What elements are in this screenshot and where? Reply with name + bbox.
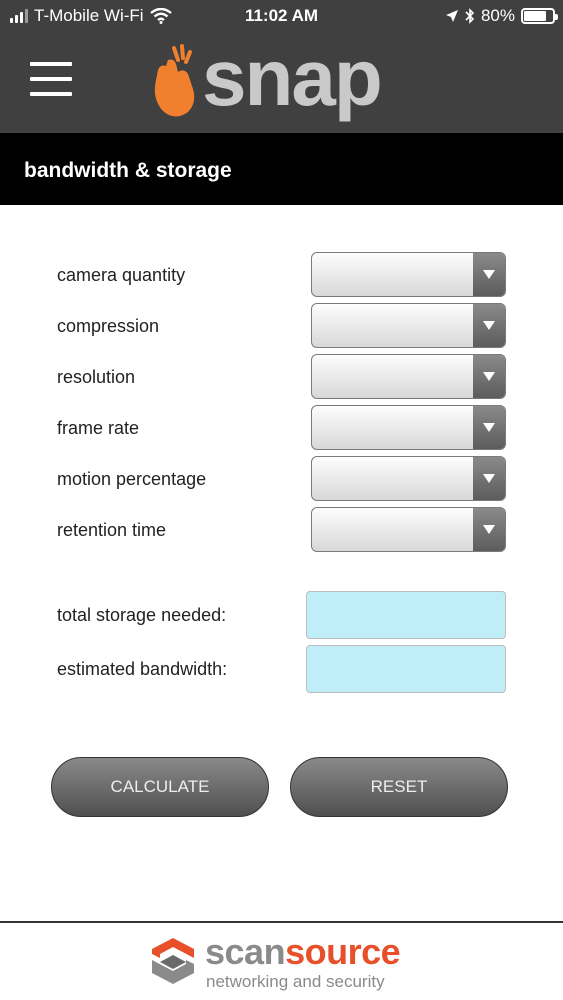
chevron-down-icon[interactable]: [473, 304, 505, 347]
chevron-down-icon[interactable]: [473, 508, 505, 551]
motion-percentage-label: motion percentage: [57, 469, 207, 489]
frame-rate-label: frame rate: [57, 418, 140, 438]
status-bar: T-Mobile Wi-Fi 11:02 AM 80%: [0, 0, 563, 32]
battery-icon: [521, 8, 558, 24]
camera-quantity-label: camera quantity: [57, 265, 186, 285]
calculate-button[interactable]: CALCULATE: [51, 757, 269, 817]
footer-divider: [0, 921, 563, 923]
battery-percent: 80%: [480, 6, 515, 25]
brand-tagline: networking and security: [206, 972, 385, 991]
app-logo: snap: [148, 33, 383, 126]
chevron-down-icon[interactable]: [473, 457, 505, 500]
scansource-brand: scansource networking and security: [150, 932, 420, 994]
retention-time-label: retention time: [57, 520, 167, 540]
app-header: T-Mobile Wi-Fi 11:02 AM 80% snap: [0, 0, 563, 133]
brand-name-part1: scan: [205, 931, 286, 972]
resolution-select[interactable]: [311, 354, 506, 399]
battery-fill: [524, 11, 547, 21]
retention-time-select[interactable]: [311, 507, 506, 552]
bluetooth-icon: [465, 8, 475, 24]
camera-quantity-select[interactable]: [311, 252, 506, 297]
app-name: snap: [202, 33, 383, 122]
total-storage-output: [306, 591, 506, 639]
compression-label: compression: [57, 316, 160, 336]
compression-select[interactable]: [311, 303, 506, 348]
frame-rate-select[interactable]: [311, 405, 506, 450]
total-storage-label: total storage needed:: [57, 605, 227, 625]
brand-name: scansource: [205, 931, 401, 972]
scansource-logo-icon: [152, 938, 194, 984]
location-arrow-icon: [445, 10, 458, 22]
resolution-label: resolution: [57, 367, 136, 387]
hamburger-menu-icon[interactable]: [30, 62, 72, 96]
page-title-bar: bandwidth & storage: [0, 133, 563, 205]
chevron-down-icon[interactable]: [473, 253, 505, 296]
status-right: 80%: [445, 6, 558, 26]
hand-snap-icon: [154, 44, 195, 117]
page-title: bandwidth & storage: [24, 159, 232, 182]
brand-name-part2: source: [285, 931, 401, 972]
motion-percentage-select[interactable]: [311, 456, 506, 501]
estimated-bandwidth-output: [306, 645, 506, 693]
chevron-down-icon[interactable]: [473, 406, 505, 449]
chevron-down-icon[interactable]: [473, 355, 505, 398]
estimated-bandwidth-label: estimated bandwidth:: [57, 659, 228, 679]
reset-button[interactable]: RESET: [290, 757, 508, 817]
